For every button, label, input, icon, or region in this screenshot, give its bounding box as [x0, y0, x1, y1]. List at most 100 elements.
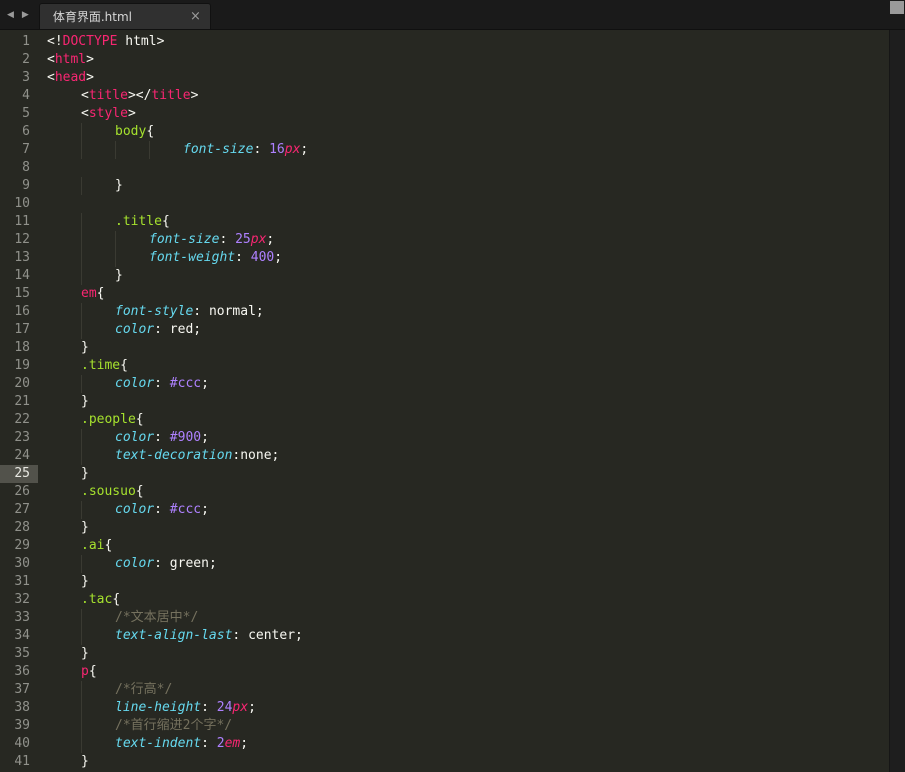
tab-scroll-right-icon[interactable]: ▶	[22, 10, 29, 20]
line-number: 38	[14, 700, 30, 715]
indent-guide	[47, 321, 81, 339]
token-pl: :	[154, 376, 170, 391]
line-number: 40	[14, 736, 30, 751]
code-line[interactable]: 20 color: #ccc;	[0, 375, 889, 393]
code-line[interactable]: 36 p{	[0, 663, 889, 681]
code-line-text: .tac{	[38, 591, 889, 609]
code-line[interactable]: 31}	[0, 573, 889, 591]
code-line[interactable]: 16 font-style: normal;	[0, 303, 889, 321]
indent-guide	[47, 483, 81, 501]
code-line[interactable]: 13 font-weight: 400;	[0, 249, 889, 267]
tab-file[interactable]: 体育界面.html ×	[38, 3, 211, 29]
code-line[interactable]: 10	[0, 195, 889, 213]
tab-scroll-left-icon[interactable]: ◀	[7, 10, 14, 20]
token-cls: .people	[81, 412, 136, 427]
code-line[interactable]: 4 <title></title>	[0, 87, 889, 105]
token-val: red	[169, 322, 194, 337]
token-pl: html	[117, 34, 157, 49]
token-pl: :	[253, 142, 270, 157]
token-pl: :	[219, 232, 236, 247]
code-line[interactable]: 19 .time{	[0, 357, 889, 375]
tab-close-icon[interactable]: ×	[190, 10, 201, 23]
code-line[interactable]: 5 <style>	[0, 105, 889, 123]
code-line-text: /*文本居中*/	[38, 609, 889, 627]
code-line[interactable]: 30 color: green;	[0, 555, 889, 573]
token-num: 16	[269, 142, 285, 157]
code-line[interactable]: 18}	[0, 339, 889, 357]
indent-guide	[47, 357, 81, 375]
token-cls: .sousuo	[81, 484, 136, 499]
tab-bar: ◀ ▶ 体育界面.html ×	[0, 0, 905, 30]
token-pl: ;	[201, 376, 209, 391]
code-line[interactable]: 24 text-decoration:none;	[0, 447, 889, 465]
line-number: 16	[14, 304, 30, 319]
indent-guide	[47, 375, 81, 393]
code-line[interactable]: 8	[0, 159, 889, 177]
indent-guide	[47, 753, 81, 771]
token-pl: ;	[266, 232, 275, 247]
line-number: 28	[14, 520, 30, 535]
indent-guide	[47, 681, 81, 699]
code-line[interactable]: 28}	[0, 519, 889, 537]
code-line[interactable]: 7 font-size: 16px;	[0, 141, 889, 159]
code-line-text: }	[38, 465, 889, 483]
indent-guide	[47, 645, 81, 663]
scrollbar-track[interactable]	[889, 30, 905, 772]
code-view[interactable]: 1 <!DOCTYPE html> 2 <html> 3 <head> 4 <title></…	[0, 30, 889, 772]
code-line[interactable]: 26 .sousuo{	[0, 483, 889, 501]
code-line[interactable]: 37 /*行高*/	[0, 681, 889, 699]
token-pl: }	[81, 754, 89, 769]
line-number: 31	[14, 574, 30, 589]
indent-guide	[81, 213, 115, 231]
indent-guide	[81, 231, 115, 249]
token-num: 25	[235, 232, 251, 247]
code-line[interactable]: 27 color: #ccc;	[0, 501, 889, 519]
code-line[interactable]: 32 .tac{	[0, 591, 889, 609]
token-pl: {	[161, 214, 170, 229]
code-line[interactable]: 21}	[0, 393, 889, 411]
code-line[interactable]: 6 body{	[0, 123, 889, 141]
token-pl: ;	[255, 304, 264, 319]
code-line[interactable]: 1 <!DOCTYPE html>	[0, 33, 889, 51]
code-line[interactable]: 14}	[0, 267, 889, 285]
code-line-text: color: #ccc;	[38, 501, 889, 519]
code-line-text: font-size: 16px;	[38, 141, 889, 159]
code-line[interactable]: 40 text-indent: 2em;	[0, 735, 889, 753]
code-line[interactable]: 3 <head>	[0, 69, 889, 87]
line-number: 29	[14, 538, 30, 553]
code-line[interactable]: 23 color: #900;	[0, 429, 889, 447]
token-prop: text-align-last	[115, 628, 233, 643]
indent-guide	[47, 591, 81, 609]
line-number: 37	[14, 682, 30, 697]
token-pl: >	[86, 52, 94, 67]
code-line[interactable]: 41}	[0, 753, 889, 771]
code-line[interactable]: 34 text-align-last: center;	[0, 627, 889, 645]
code-line[interactable]: 2 <html>	[0, 51, 889, 69]
code-line[interactable]: 35}	[0, 645, 889, 663]
line-number: 41	[14, 754, 30, 769]
token-pl: ;	[208, 556, 217, 571]
token-pl: >	[190, 88, 199, 103]
code-line-text: font-style: normal;	[38, 303, 889, 321]
indent-guide	[81, 321, 115, 339]
code-line-text: }	[38, 573, 889, 591]
indent-guide	[47, 717, 81, 735]
code-line[interactable]: 29 .ai{	[0, 537, 889, 555]
token-num: 2	[216, 736, 225, 751]
code-line[interactable]: 11 .title{	[0, 213, 889, 231]
code-line[interactable]: 17 color: red;	[0, 321, 889, 339]
code-line-text: }	[38, 753, 889, 771]
scrollbar-corner-box	[890, 1, 904, 14]
code-line[interactable]: 12 font-size: 25px;	[0, 231, 889, 249]
code-line[interactable]: 39 /*首行缩进2个字*/	[0, 717, 889, 735]
token-pl: {	[120, 358, 128, 373]
code-line[interactable]: 22 .people{	[0, 411, 889, 429]
code-line[interactable]: 9}	[0, 177, 889, 195]
token-pl: :	[235, 250, 251, 265]
code-line[interactable]: 15 em{	[0, 285, 889, 303]
code-line[interactable]: 25}	[0, 465, 889, 483]
code-line[interactable]: 38 line-height: 24px;	[0, 699, 889, 717]
code-line[interactable]: 33 /*文本居中*/	[0, 609, 889, 627]
code-line-text: line-height: 24px;	[38, 699, 889, 717]
token-pl: }	[81, 340, 89, 355]
